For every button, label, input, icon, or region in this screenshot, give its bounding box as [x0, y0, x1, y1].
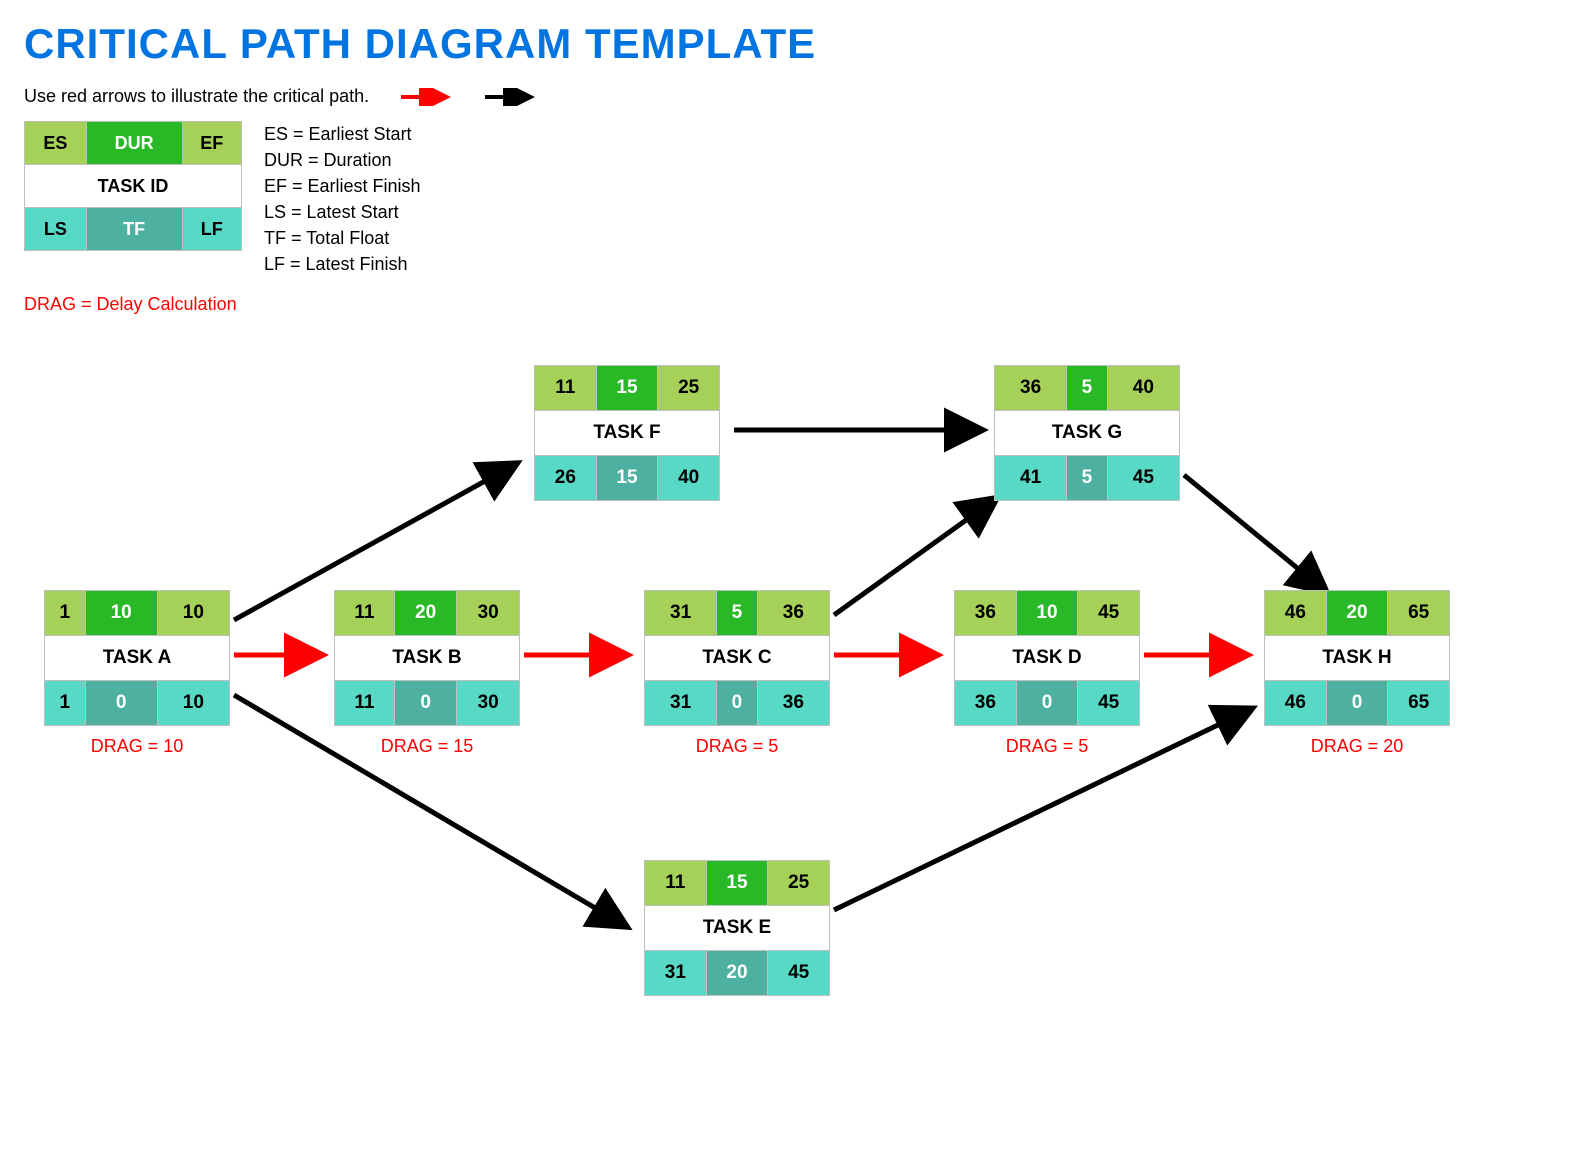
- legend-definitions: ES = Earliest Start DUR = Duration EF = …: [264, 121, 421, 278]
- tf: 0: [394, 680, 457, 725]
- ef: 25: [768, 860, 830, 905]
- tf: 20: [706, 950, 768, 995]
- lf: 65: [1388, 680, 1450, 725]
- ef: 25: [658, 365, 720, 410]
- tf: 5: [1067, 455, 1108, 500]
- legend-es: ES: [25, 122, 87, 165]
- drag-definition: DRAG = Delay Calculation: [24, 294, 1570, 315]
- task-name: TASK D: [955, 635, 1140, 680]
- dur: 20: [1326, 590, 1388, 635]
- task-name: TASK G: [995, 410, 1180, 455]
- ls: 31: [645, 950, 707, 995]
- task-name: TASK F: [535, 410, 720, 455]
- es: 11: [335, 590, 395, 635]
- lf: 45: [768, 950, 830, 995]
- lf: 45: [1107, 455, 1179, 500]
- ls: 46: [1265, 680, 1327, 725]
- tf: 0: [1326, 680, 1388, 725]
- es: 11: [645, 860, 707, 905]
- node-task-b[interactable]: 112030 TASK B 11030 DRAG = 15: [334, 590, 520, 757]
- node-task-g[interactable]: 36540 TASK G 41545: [994, 365, 1180, 501]
- tf: 15: [596, 455, 658, 500]
- lf: 30: [457, 680, 520, 725]
- legend-tf: TF: [86, 208, 182, 251]
- dur: 10: [85, 590, 157, 635]
- ls: 36: [955, 680, 1017, 725]
- legend-dur: DUR: [86, 122, 182, 165]
- es: 31: [645, 590, 717, 635]
- node-task-e[interactable]: 111525 TASK E 312045: [644, 860, 830, 996]
- task-name: TASK E: [645, 905, 830, 950]
- lf: 36: [757, 680, 829, 725]
- es: 36: [995, 365, 1067, 410]
- def-lf: LF = Latest Finish: [264, 251, 421, 277]
- task-name: TASK B: [335, 635, 520, 680]
- dur: 10: [1016, 590, 1078, 635]
- node-task-c[interactable]: 31536 TASK C 31036 DRAG = 5: [644, 590, 830, 757]
- ef: 10: [157, 590, 229, 635]
- drag-label: DRAG = 15: [334, 736, 520, 757]
- ls: 11: [335, 680, 395, 725]
- tf: 0: [1016, 680, 1078, 725]
- dur: 5: [717, 590, 758, 635]
- es: 11: [535, 365, 597, 410]
- node-task-f[interactable]: 111525 TASK F 261540: [534, 365, 720, 501]
- dur: 15: [706, 860, 768, 905]
- ls: 1: [45, 680, 86, 725]
- ls: 31: [645, 680, 717, 725]
- tf: 0: [717, 680, 758, 725]
- lf: 45: [1078, 680, 1140, 725]
- drag-label: DRAG = 5: [644, 736, 830, 757]
- task-name: TASK C: [645, 635, 830, 680]
- drag-label: DRAG = 5: [954, 736, 1140, 757]
- ef: 65: [1388, 590, 1450, 635]
- dur: 20: [394, 590, 457, 635]
- lf: 10: [157, 680, 229, 725]
- def-ls: LS = Latest Start: [264, 199, 421, 225]
- instruction-line: Use red arrows to illustrate the critica…: [24, 86, 1570, 107]
- drag-label: DRAG = 20: [1264, 736, 1450, 757]
- def-dur: DUR = Duration: [264, 147, 421, 173]
- ef: 36: [757, 590, 829, 635]
- dur: 5: [1067, 365, 1108, 410]
- page-title: CRITICAL PATH DIAGRAM TEMPLATE: [24, 20, 1570, 68]
- arrow-sample-red: [399, 88, 453, 106]
- task-name: TASK H: [1265, 635, 1450, 680]
- def-tf: TF = Total Float: [264, 225, 421, 251]
- lf: 40: [658, 455, 720, 500]
- node-task-h[interactable]: 462065 TASK H 46065 DRAG = 20: [1264, 590, 1450, 757]
- arrow-g-h: [1184, 475, 1324, 590]
- diagram-canvas: 11010 TASK A 1010 DRAG = 10 112030 TASK …: [24, 315, 1564, 1075]
- dur: 15: [596, 365, 658, 410]
- def-es: ES = Earliest Start: [264, 121, 421, 147]
- ls: 26: [535, 455, 597, 500]
- def-ef: EF = Earliest Finish: [264, 173, 421, 199]
- legend-node: ES DUR EF TASK ID LS TF LF: [24, 121, 242, 251]
- instruction-text: Use red arrows to illustrate the critica…: [24, 86, 369, 107]
- ef: 45: [1078, 590, 1140, 635]
- legend-ls: LS: [25, 208, 87, 251]
- legend-task: TASK ID: [25, 165, 242, 208]
- ls: 41: [995, 455, 1067, 500]
- tf: 0: [85, 680, 157, 725]
- legend-ef: EF: [182, 122, 241, 165]
- drag-label: DRAG = 10: [44, 736, 230, 757]
- legend-lf: LF: [182, 208, 241, 251]
- node-task-a[interactable]: 11010 TASK A 1010 DRAG = 10: [44, 590, 230, 757]
- es: 36: [955, 590, 1017, 635]
- arrow-sample-black: [483, 88, 537, 106]
- ef: 30: [457, 590, 520, 635]
- task-name: TASK A: [45, 635, 230, 680]
- es: 1: [45, 590, 86, 635]
- es: 46: [1265, 590, 1327, 635]
- ef: 40: [1107, 365, 1179, 410]
- node-task-d[interactable]: 361045 TASK D 36045 DRAG = 5: [954, 590, 1140, 757]
